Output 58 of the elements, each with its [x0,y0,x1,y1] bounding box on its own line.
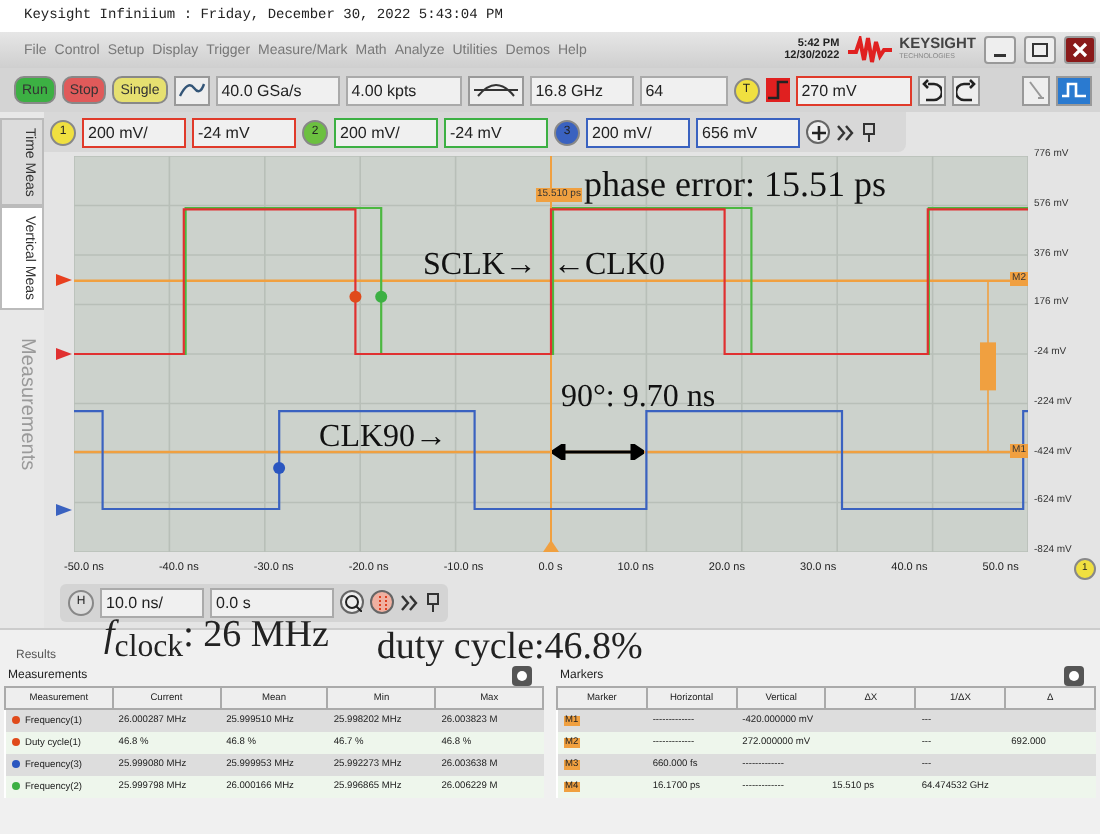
undo-button[interactable] [917,75,946,105]
pin-icon[interactable] [862,122,876,142]
double-arrow [551,444,643,460]
channel-scale-field[interactable]: 200 mV/ [586,117,690,147]
time-scale-field[interactable]: 10.0 ns/ [100,587,204,617]
trigger-position-marker [543,540,559,552]
redo-icon [955,78,976,102]
duty-cycle-note: duty cycle:46.8% [376,628,643,666]
channel-offset-field[interactable]: -24 mV [444,117,548,147]
dashed-lines-icon [373,593,391,611]
rising-edge-icon [765,78,790,102]
zoom-button[interactable] [340,590,364,614]
sclk-label: SCLK→ [423,248,537,285]
curve-icon [177,78,206,102]
minimize-button[interactable] [984,36,1016,64]
trigger-level-field[interactable]: 270 mV [795,75,912,105]
maximize-icon [1032,42,1048,58]
channel-scale-field[interactable]: 200 mV/ [334,117,438,147]
plus-icon [809,123,827,141]
channel-offset-field[interactable]: -24 mV [192,117,296,147]
phase-error-label: phase error: 15.51 ps [584,166,886,202]
filter-curve-icon [473,78,518,102]
channel-scale-field[interactable]: 200 mV/ [82,117,186,147]
close-button[interactable] [1064,36,1096,64]
pin-icon[interactable] [426,592,440,612]
close-icon [1072,42,1088,58]
sample-rate-field[interactable]: 40.0 GSa/s [215,75,340,105]
time-position-field[interactable]: 0.0 s [210,587,334,617]
channel-ground-marker-icon [56,504,72,517]
maximize-button[interactable] [1024,36,1056,64]
pointer-icon [1026,78,1046,102]
phase-shift-label: 90°: 9.70 ns [561,380,716,416]
pulse-icon [1060,78,1088,102]
segments-button[interactable] [370,590,394,614]
double-chevron-icon[interactable] [836,123,856,141]
clk90-label: CLK90→ [319,420,448,456]
measurement-point [349,290,362,303]
magnifier-icon [343,593,361,611]
channel-ground-marker-icon [56,348,72,360]
filter-button[interactable] [467,75,524,105]
measurement-point [273,462,286,474]
waveform-mode-button[interactable] [173,75,210,105]
bandwidth-field[interactable]: 16.8 GHz [529,75,634,105]
redo-button[interactable] [951,75,980,105]
clk0-label: ←CLK0 [553,248,665,285]
channel-offset-field[interactable]: 656 mV [696,117,800,147]
memory-depth-field[interactable]: 4.00 kpts [345,75,462,105]
double-chevron-icon[interactable] [400,593,420,611]
settings-icon[interactable] [1064,666,1084,686]
trigger-level-marker-icon [56,274,72,287]
averages-field[interactable]: 64 [639,75,728,105]
waveform-button[interactable] [1056,75,1092,105]
measurement-point [375,290,388,303]
wave-logo-icon [847,36,892,64]
add-button[interactable] [806,120,830,144]
clock-frequency-note: f$_{clock}$: 26 MHz [104,616,329,666]
undo-icon [921,78,942,102]
settings-icon[interactable] [512,666,532,686]
